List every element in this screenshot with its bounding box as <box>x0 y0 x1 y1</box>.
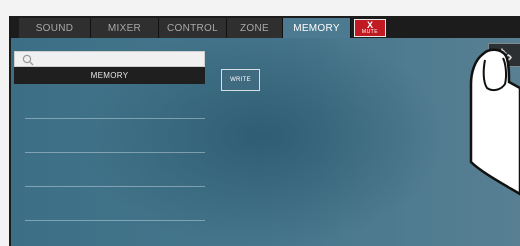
tab-sound[interactable]: SOUND <box>19 18 91 38</box>
mute-label: MUTE <box>361 29 379 35</box>
tab-zone[interactable]: ZONE <box>227 18 283 38</box>
memory-list-row[interactable] <box>25 152 205 153</box>
memory-search-input[interactable] <box>14 51 205 67</box>
memory-list-row[interactable] <box>25 186 205 187</box>
tab-control[interactable]: CONTROL <box>159 18 227 38</box>
memory-list-row[interactable] <box>25 220 205 221</box>
mute-x-icon: X <box>366 20 373 30</box>
tab-mixer[interactable]: MIXER <box>91 18 159 38</box>
memory-list-header: MEMORY <box>14 67 205 84</box>
tab-bar: SOUND MIXER CONTROL ZONE MEMORY X MUTE <box>11 16 520 38</box>
tab-memory[interactable]: MEMORY <box>283 18 351 38</box>
search-icon <box>22 54 34 66</box>
mute-button[interactable]: X MUTE <box>354 19 386 37</box>
pointing-finger-icon <box>469 48 520 196</box>
write-button[interactable]: WRITE <box>221 69 260 91</box>
app-screen: SOUND MIXER CONTROL ZONE MEMORY X MUTE M… <box>9 16 520 246</box>
memory-list-row[interactable] <box>25 118 205 119</box>
